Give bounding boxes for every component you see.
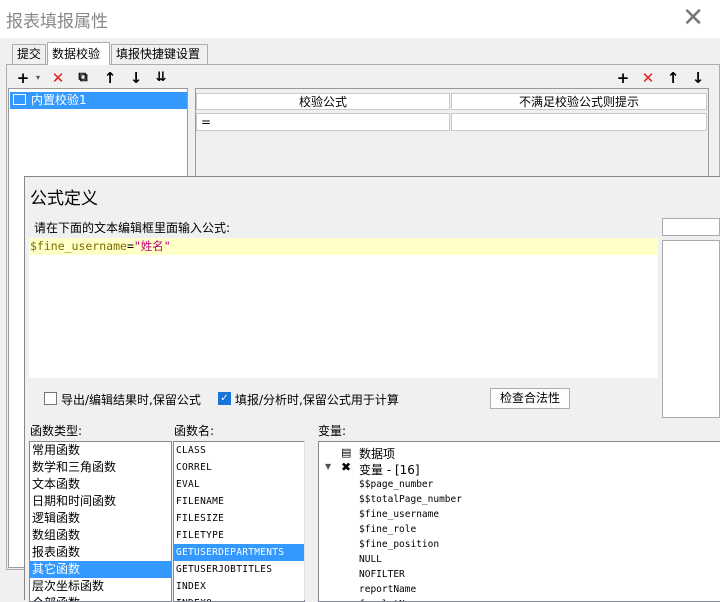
func-type-item[interactable]: 文本函数 xyxy=(30,476,171,493)
func-name-item[interactable]: GETUSERJOBTITLES xyxy=(174,561,304,578)
func-name-scrollbar[interactable] xyxy=(304,441,318,600)
hint-cell[interactable] xyxy=(451,113,707,131)
var-item[interactable]: $$page_number xyxy=(359,477,433,492)
func-type-item[interactable]: 数学和三角函数 xyxy=(30,459,171,476)
func-type-label: 函数类型: xyxy=(30,424,83,438)
var-item[interactable]: NULL xyxy=(359,552,382,567)
func-name-item[interactable]: FILETYPE xyxy=(174,527,304,544)
func-type-item[interactable]: 常用函数 xyxy=(30,442,171,459)
code-string: "姓名" xyxy=(133,239,171,253)
chevron-down-icon[interactable]: ▾ xyxy=(29,69,47,87)
code-operator: = xyxy=(126,239,134,253)
data-item-icon: ▤ xyxy=(341,446,352,459)
code-variable: $fine_username xyxy=(30,239,127,253)
add-rule-icon[interactable]: + xyxy=(614,69,632,87)
check-validity-button[interactable]: 检查合法性 xyxy=(490,388,570,409)
chevron-down-icon[interactable]: ▼ xyxy=(325,462,331,471)
formula-code[interactable]: $fine_username="姓名" xyxy=(30,238,171,255)
func-name-list[interactable]: CLASS CORREL EVAL FILENAME FILESIZE FILETYPE G… xyxy=(173,441,305,602)
func-name-item[interactable]: CORREL xyxy=(174,459,304,476)
func-type-item[interactable]: 全部函数 xyxy=(30,595,171,601)
var-item[interactable]: $fine_position xyxy=(359,537,439,552)
func-name-item[interactable]: INDEX xyxy=(174,578,304,595)
arrow-up-icon[interactable]: ↑ xyxy=(101,69,119,87)
tab-data-validation[interactable]: 数据校验 xyxy=(47,42,110,65)
func-name-item[interactable]: GETUSERDEPARTMENTS xyxy=(174,544,304,561)
list-icon xyxy=(13,94,26,105)
column-header-formula: 校验公式 xyxy=(196,93,450,110)
side-description-box xyxy=(662,240,720,418)
dialog-title: 公式定义 xyxy=(30,189,98,209)
side-search-input[interactable] xyxy=(662,218,720,236)
column-header-hint: 不满足校验公式则提示 xyxy=(451,93,707,110)
var-item[interactable]: NOFILTER xyxy=(359,567,405,582)
sort-icon[interactable]: ⇊ xyxy=(152,69,170,87)
func-type-item[interactable]: 日期和时间函数 xyxy=(30,493,171,510)
func-name-item[interactable]: FILESIZE xyxy=(174,510,304,527)
var-item[interactable]: $fine_role xyxy=(359,522,416,537)
window-title: 报表填报属性 xyxy=(6,12,108,32)
close-icon[interactable]: ✕ xyxy=(682,4,704,32)
func-name-item[interactable]: INDEXO xyxy=(174,595,304,601)
move-up-icon[interactable]: ↑ xyxy=(664,69,682,87)
func-name-item[interactable]: CLASS xyxy=(174,442,304,459)
tree-item-data[interactable]: 数据项 xyxy=(359,445,395,462)
copy-icon[interactable]: ⧉ xyxy=(74,69,92,87)
delete-rule-icon[interactable]: ✕ xyxy=(639,69,657,87)
keep-formula-export-label: 导出/编辑结果时,保留公式 xyxy=(61,393,201,407)
formula-cell[interactable]: = xyxy=(196,113,450,131)
keep-formula-export-checkbox[interactable] xyxy=(44,392,57,405)
list-item-label: 内置校验1 xyxy=(31,93,87,107)
var-item[interactable]: $fine_username xyxy=(359,507,439,522)
var-item[interactable]: reportName xyxy=(359,582,416,597)
func-type-item[interactable]: 层次坐标函数 xyxy=(30,578,171,595)
tree-item-variables[interactable]: 变量 - [16] xyxy=(359,461,420,478)
tab-shortcut-settings[interactable]: 填报快捷键设置 xyxy=(111,44,208,64)
delete-icon[interactable]: ✕ xyxy=(49,69,67,87)
var-label: 变量: xyxy=(318,424,347,438)
formula-editor[interactable] xyxy=(29,238,658,378)
var-item[interactable]: $$totalPage_number xyxy=(359,492,462,507)
arrow-down-icon[interactable]: ↓ xyxy=(127,69,145,87)
tab-submit[interactable]: 提交 xyxy=(12,44,46,64)
func-name-item[interactable]: EVAL xyxy=(174,476,304,493)
func-type-item[interactable]: 其它函数 xyxy=(30,561,171,578)
func-type-item[interactable]: 报表函数 xyxy=(30,544,171,561)
list-item[interactable]: 内置校验1 xyxy=(10,92,187,109)
variable-icon: ✖ xyxy=(341,460,352,474)
var-tree[interactable]: ▤ 数据项 ▼ ✖ 变量 - [16] $$page_number $$total… xyxy=(318,441,720,602)
func-type-list[interactable]: 常用函数 数学和三角函数 文本函数 日期和时间函数 逻辑函数 数组函数 报表函数 其它函数 层次… xyxy=(29,441,172,602)
window-titlebar: 报表填报属性 ✕ xyxy=(0,0,720,38)
editor-prompt: 请在下面的文本编辑框里面输入公式: xyxy=(34,221,231,235)
move-down-icon[interactable]: ↓ xyxy=(689,69,707,87)
func-name-item[interactable]: FILENAME xyxy=(174,493,304,510)
func-type-item[interactable]: 逻辑函数 xyxy=(30,510,171,527)
keep-formula-calc-label: 填报/分析时,保留公式用于计算 xyxy=(235,393,399,407)
func-type-item[interactable]: 数组函数 xyxy=(30,527,171,544)
func-name-label: 函数名: xyxy=(174,424,215,438)
keep-formula-calc-checkbox[interactable]: ✓ xyxy=(218,392,231,405)
